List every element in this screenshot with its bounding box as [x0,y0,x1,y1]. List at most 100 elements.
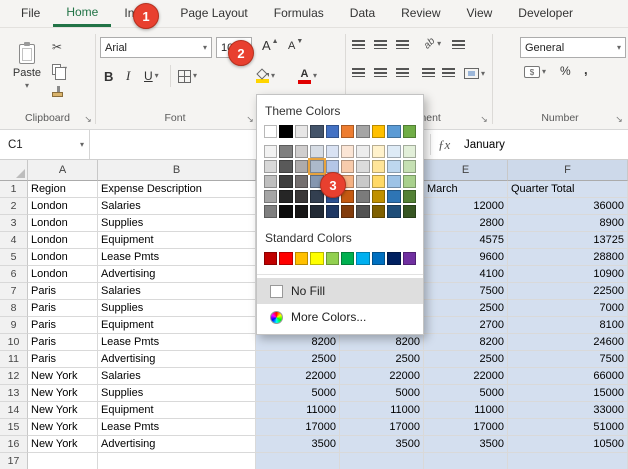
theme-variant-swatch[interactable] [310,145,323,158]
cell[interactable]: 22000 [424,368,508,385]
ribbon-tab[interactable]: Developer [505,0,586,27]
theme-variant-swatch[interactable] [279,145,292,158]
standard-color-swatch[interactable] [403,252,416,265]
cell[interactable]: New York [28,436,98,453]
theme-variant-swatch[interactable] [264,175,277,188]
standard-color-swatch[interactable] [372,252,385,265]
cell[interactable]: 7500 [508,351,628,368]
cell[interactable]: 2800 [424,215,508,232]
cell[interactable]: 15000 [508,385,628,402]
theme-variant-swatch[interactable] [356,160,369,173]
cell[interactable]: London [28,266,98,283]
cell[interactable]: 2500 [256,351,340,368]
cell[interactable]: Supplies [98,215,256,232]
standard-color-swatch[interactable] [387,252,400,265]
theme-variant-swatch[interactable] [372,190,385,203]
borders-button[interactable]: ▾ [178,64,197,88]
cell[interactable]: Paris [28,317,98,334]
row-header[interactable]: 2 [0,198,28,215]
cell[interactable]: Supplies [98,385,256,402]
theme-variant-swatch[interactable] [310,205,323,218]
cell[interactable]: Advertising [98,351,256,368]
column-header[interactable]: B [98,160,256,181]
cell[interactable]: 4100 [424,266,508,283]
row-header[interactable]: 3 [0,215,28,232]
theme-variant-swatch[interactable] [295,145,308,158]
accounting-format-button[interactable]: $▾ [524,66,546,78]
cell[interactable]: 66000 [508,368,628,385]
row-header[interactable]: 1 [0,181,28,198]
underline-button[interactable]: U▾ [144,64,159,88]
ribbon-tab[interactable]: Page Layout [167,0,260,27]
theme-variant-swatch[interactable] [372,145,385,158]
theme-variant-swatch[interactable] [372,175,385,188]
theme-variant-swatch[interactable] [387,190,400,203]
cell[interactable]: 36000 [508,198,628,215]
cell[interactable]: 17000 [256,419,340,436]
bold-button[interactable]: B [104,64,113,88]
standard-color-swatch[interactable] [295,252,308,265]
increase-indent-button[interactable] [442,68,455,77]
cell[interactable] [28,453,98,469]
row-header[interactable]: 7 [0,283,28,300]
align-middle-button[interactable] [374,40,387,49]
align-bottom-button[interactable] [396,40,409,49]
cell[interactable]: 2700 [424,317,508,334]
align-center-button[interactable] [374,68,387,77]
cell[interactable]: 2500 [424,300,508,317]
number-format-combobox[interactable]: General ▾ [520,37,626,58]
cell[interactable]: 12000 [424,198,508,215]
cell[interactable]: 7500 [424,283,508,300]
number-dialog-launcher[interactable]: ↘ [613,113,625,125]
theme-variant-swatch[interactable] [403,190,416,203]
italic-button[interactable]: I [126,64,130,88]
theme-variant-swatch[interactable] [403,145,416,158]
row-header[interactable]: 14 [0,402,28,419]
theme-color-swatch[interactable] [372,125,385,138]
theme-color-swatch[interactable] [387,125,400,138]
cell[interactable]: Lease Pmts [98,249,256,266]
cell[interactable]: 33000 [508,402,628,419]
theme-variant-swatch[interactable] [341,160,354,173]
cell[interactable]: New York [28,368,98,385]
cell[interactable]: 2500 [340,351,424,368]
font-name-combobox[interactable]: Arial ▾ [100,37,212,58]
cell[interactable]: Advertising [98,436,256,453]
column-header[interactable]: F [508,160,628,181]
theme-variant-swatch[interactable] [356,190,369,203]
cell[interactable]: Salaries [98,368,256,385]
theme-color-swatch[interactable] [310,125,323,138]
cell[interactable]: 11000 [424,402,508,419]
theme-variant-swatch[interactable] [279,160,292,173]
theme-variant-swatch[interactable] [403,175,416,188]
cell[interactable]: New York [28,419,98,436]
alignment-dialog-launcher[interactable]: ↘ [478,113,490,125]
cell[interactable]: 8200 [256,334,340,351]
cell[interactable]: Paris [28,351,98,368]
theme-variant-swatch[interactable] [264,160,277,173]
standard-color-swatch[interactable] [310,252,323,265]
theme-color-swatch[interactable] [356,125,369,138]
theme-color-swatch[interactable] [326,125,339,138]
theme-variant-swatch[interactable] [326,205,339,218]
decrease-indent-button[interactable] [422,68,435,77]
cell[interactable]: 13725 [508,232,628,249]
cell[interactable]: Equipment [98,317,256,334]
align-left-button[interactable] [352,68,365,77]
merge-center-button[interactable]: ▾ [464,68,485,79]
cell[interactable]: 22000 [256,368,340,385]
cell[interactable]: 28800 [508,249,628,266]
paste-button[interactable]: Paste ▾ [6,34,48,100]
cell[interactable]: 8200 [340,334,424,351]
theme-variant-swatch[interactable] [356,145,369,158]
theme-variant-swatch[interactable] [403,205,416,218]
cell[interactable] [508,453,628,469]
column-header[interactable]: A [28,160,98,181]
cell[interactable]: Paris [28,283,98,300]
theme-variant-swatch[interactable] [264,205,277,218]
cell[interactable]: Equipment [98,402,256,419]
cell[interactable]: 22000 [340,368,424,385]
name-box[interactable]: C1 ▾ [0,130,90,159]
orientation-button[interactable]: ab▾ [424,38,441,49]
cell[interactable]: Paris [28,300,98,317]
